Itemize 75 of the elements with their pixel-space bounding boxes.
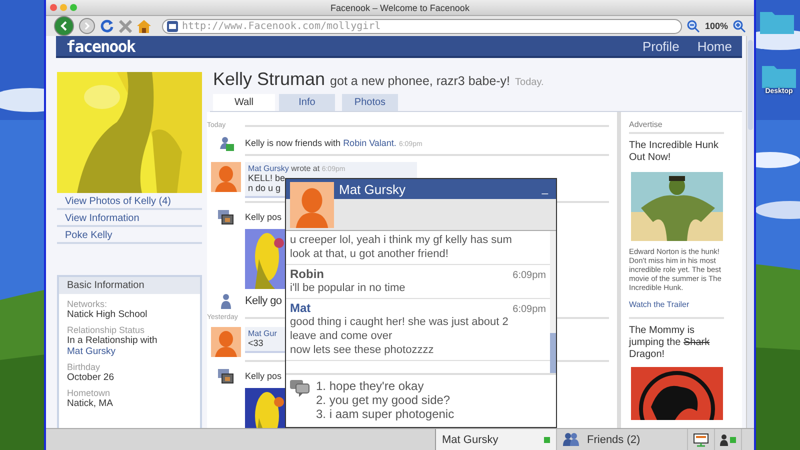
maximize-button[interactable] [70, 4, 77, 11]
add-friend-icon [218, 136, 234, 150]
message-time: 6:09pm [512, 304, 546, 315]
ad-title: The Incredible Hunk Out Now! [629, 140, 720, 164]
panel-title: Basic Information [59, 277, 200, 294]
profile-tab[interactable]: Photos [342, 94, 398, 111]
home-icon[interactable] [137, 20, 151, 32]
field-value: Natick High School [67, 309, 148, 320]
field-label: Networks: [67, 299, 108, 309]
nav-link[interactable]: Profile [642, 38, 680, 54]
sender-name: Mat [290, 301, 311, 315]
sender-name: Robin [290, 267, 324, 281]
photo-icon [218, 368, 234, 384]
comment-text: KELL! be [248, 173, 286, 183]
site-icon [167, 20, 178, 32]
message-text: now lets see these photozzzz [290, 343, 434, 357]
field-value: In a Relationship with [67, 335, 158, 346]
chat-title: Mat Gursky [339, 182, 406, 196]
ad-title: The Mommy is jumping the Shark Dragon! [629, 325, 711, 361]
message-text: look at that, u got another friend! [290, 247, 448, 261]
message-time: 6:09pm [512, 270, 546, 281]
ad-link[interactable]: Watch the Trailer [629, 300, 724, 309]
field-value: October 26 [67, 372, 115, 383]
field-label: Hometown [67, 388, 112, 398]
monitor-icon [693, 432, 709, 446]
photo-icon [218, 210, 234, 224]
avatar [290, 182, 334, 228]
partner-link[interactable]: Mat Gursky [67, 346, 192, 357]
activity-text: Kelly go [245, 295, 282, 307]
zoom-in-icon[interactable] [733, 20, 746, 32]
profile-tab[interactable]: Wall [213, 94, 275, 111]
close-button[interactable] [50, 4, 57, 11]
logo[interactable]: facenook [66, 36, 136, 56]
avatar [211, 162, 241, 192]
ads-heading: Advertise [629, 120, 724, 134]
activity-text: Kelly pos [245, 212, 282, 222]
friend-link[interactable]: Robin Valant. [343, 138, 396, 148]
reload-icon[interactable] [100, 19, 114, 33]
people-icon [563, 433, 579, 446]
window-title: Facenook – Welcome to Facenook [330, 2, 470, 12]
chevron-left-icon [60, 21, 68, 31]
message-text: good thing i caught her! she was just about 2 [290, 315, 508, 329]
sidebar-link[interactable]: Poke Kelly [57, 227, 202, 244]
comment-text: n do u g [248, 183, 281, 193]
sidebar-link[interactable]: View Photos of Kelly (4) [57, 193, 202, 210]
minimize-button[interactable]: _ [542, 183, 548, 195]
url-text: http://www.Facenook.com/mollygirl [182, 20, 381, 32]
profile-name: Kelly Struman [213, 69, 326, 90]
back-button[interactable] [54, 16, 74, 36]
person-icon [720, 434, 728, 446]
chat-input[interactable]: 1. hope they're okay 2. you get my good side? 3. i aam super photogenic [316, 379, 552, 421]
comment-meta: Mat Gur [248, 329, 277, 338]
scrollbar[interactable] [746, 36, 754, 428]
close-icon[interactable] [119, 20, 132, 32]
message-text: leave and come over [290, 329, 392, 343]
zoom-level: 100% [704, 21, 728, 31]
chat-bubbles-icon [290, 379, 310, 397]
status-time: Today. [515, 77, 544, 88]
status-text: got a new phonee, razr3 babe-y! [330, 74, 510, 88]
scrollbar[interactable] [550, 231, 556, 373]
sidebar-link[interactable]: View Information [57, 210, 202, 227]
message-text: i'll be popular in no time [290, 281, 406, 295]
activity-text: Kelly pos [245, 371, 282, 381]
avatar [211, 327, 241, 357]
person-icon [220, 293, 232, 309]
chevron-right-icon [84, 22, 90, 30]
field-value: Natick, MA [67, 398, 114, 409]
chat-tab[interactable]: Mat Gursky [435, 429, 557, 450]
profile-tab[interactable]: Info [279, 94, 335, 111]
field-label: Birthday [67, 362, 102, 372]
zoom-out-icon[interactable] [686, 20, 700, 32]
field-label: Relationship Status [67, 325, 146, 335]
message-text: u creeper lol, yeah i think my gf kelly has sum [290, 233, 512, 247]
comment-text: <33 [248, 338, 264, 348]
nav-link[interactable]: Home [697, 38, 732, 54]
